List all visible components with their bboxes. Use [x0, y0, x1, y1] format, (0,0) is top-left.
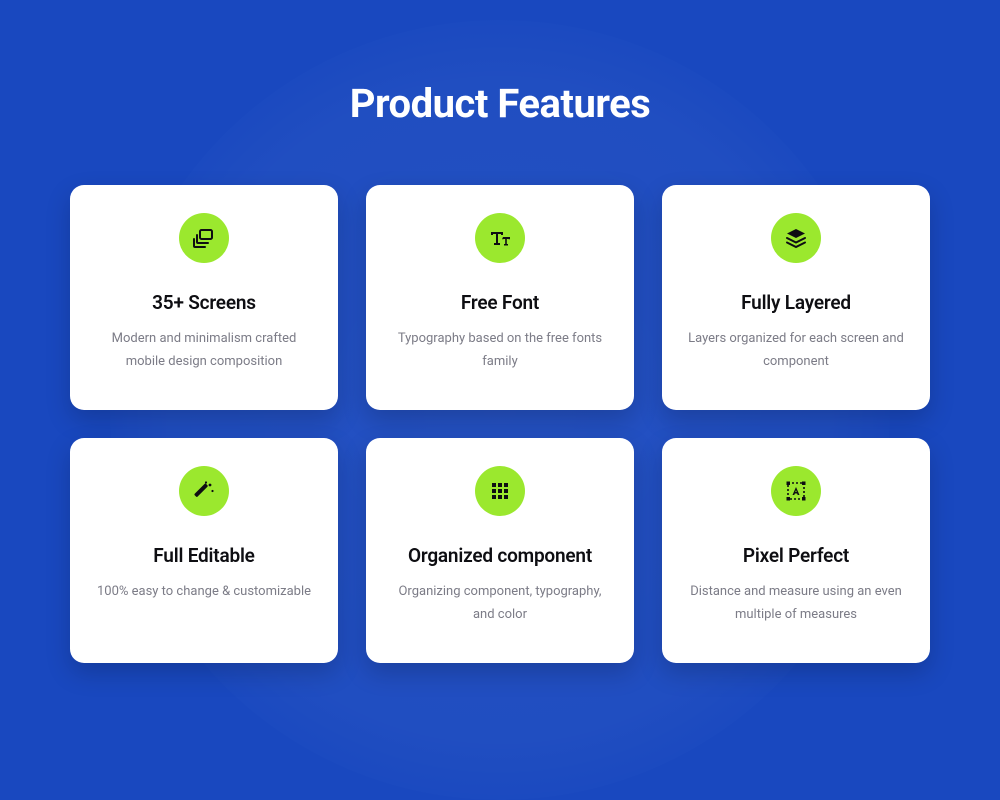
feature-desc: 100% easy to change & customizable [97, 581, 311, 604]
page-title: Product Features [70, 80, 930, 127]
feature-card-screens: 35+ Screens Modern and minimalism crafte… [70, 185, 338, 410]
font-icon [475, 213, 525, 263]
layers-icon [771, 213, 821, 263]
feature-title: Pixel Perfect [743, 544, 849, 567]
feature-desc: Layers organized for each screen and com… [684, 328, 908, 374]
feature-title: Free Font [461, 291, 539, 314]
grid-icon [475, 466, 525, 516]
feature-title: Organized component [408, 544, 592, 567]
features-grid: 35+ Screens Modern and minimalism crafte… [70, 185, 930, 663]
screens-icon [179, 213, 229, 263]
pixel-icon [771, 466, 821, 516]
feature-title: Fully Layered [741, 291, 851, 314]
wand-icon [179, 466, 229, 516]
feature-card-layers: Fully Layered Layers organized for each … [662, 185, 930, 410]
feature-desc: Typography based on the free fonts famil… [388, 328, 612, 374]
feature-card-font: Free Font Typography based on the free f… [366, 185, 634, 410]
feature-desc: Modern and minimalism crafted mobile des… [92, 328, 316, 374]
feature-card-pixel: Pixel Perfect Distance and measure using… [662, 438, 930, 663]
feature-card-organized: Organized component Organizing component… [366, 438, 634, 663]
features-section: Product Features 35+ Screens Modern and … [0, 0, 1000, 756]
feature-title: 35+ Screens [152, 291, 256, 314]
feature-desc: Distance and measure using an even multi… [684, 581, 908, 627]
feature-desc: Organizing component, typography, and co… [388, 581, 612, 627]
feature-card-editable: Full Editable 100% easy to change & cust… [70, 438, 338, 663]
feature-title: Full Editable [153, 544, 254, 567]
